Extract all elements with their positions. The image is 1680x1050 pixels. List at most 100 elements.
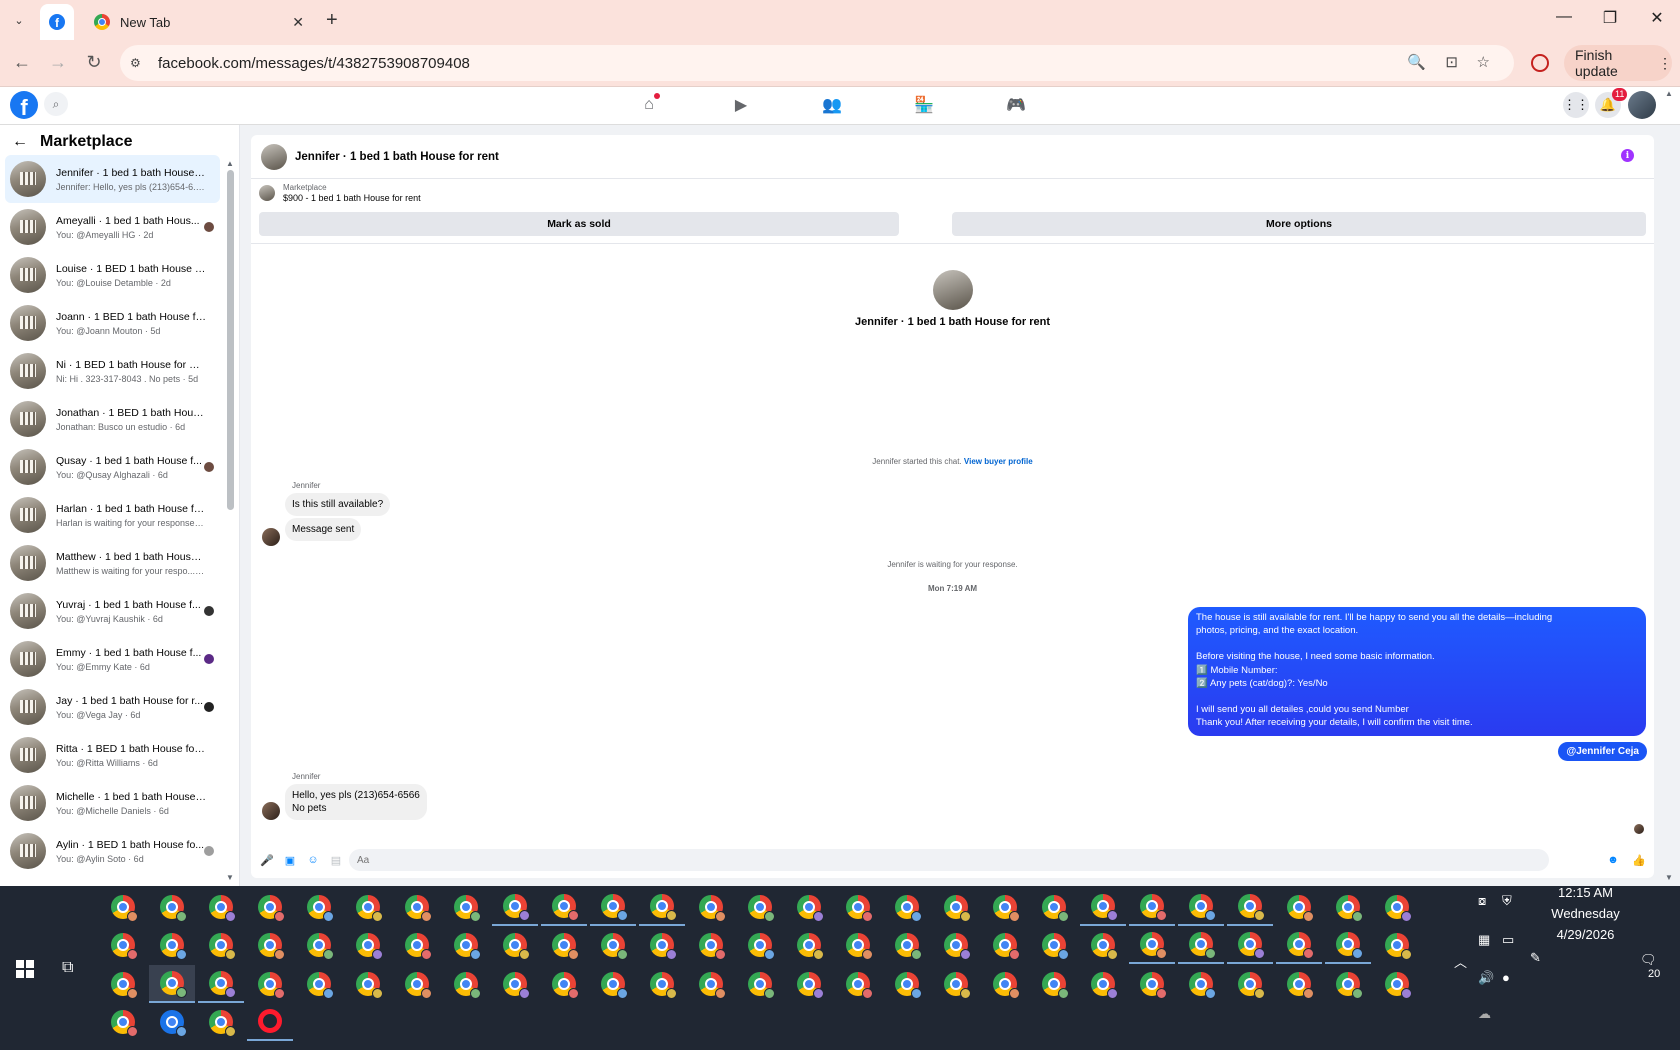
taskbar-app-button[interactable] (1227, 888, 1273, 926)
taskbar-app-button[interactable] (1178, 888, 1224, 926)
taskbar-app-button[interactable] (884, 926, 930, 964)
outgoing-mention-message[interactable]: @Jennifer Ceja (1558, 742, 1647, 761)
taskbar-app-button[interactable] (590, 926, 636, 964)
outgoing-message[interactable]: The house is still available for rent. I… (1188, 607, 1646, 736)
taskbar-app-button[interactable] (492, 926, 538, 964)
app-tray-icon[interactable]: ● (1502, 970, 1510, 985)
network-icon[interactable]: ▦ (1478, 932, 1490, 948)
mark-as-sold-button[interactable]: Mark as sold (259, 212, 899, 236)
back-icon[interactable]: ← (10, 52, 34, 73)
home-icon[interactable]: ⌂ (634, 93, 664, 117)
taskbar-app-button[interactable] (345, 965, 391, 1003)
taskbar-app-button[interactable] (1129, 965, 1175, 1003)
bookmark-star-icon[interactable]: ☆ (1477, 53, 1490, 71)
conversation-item[interactable]: Ritta · 1 BED 1 bath House for R... You: … (5, 731, 220, 779)
taskbar-app-button[interactable] (149, 926, 195, 964)
taskbar-app-button[interactable] (1080, 965, 1126, 1003)
taskbar-app-button[interactable] (737, 965, 783, 1003)
page-scroll-down-icon[interactable]: ▼ (1665, 873, 1673, 882)
conversation-item[interactable]: Ni · 1 BED 1 bath House for Rent Ni: Hi .… (5, 347, 220, 395)
taskbar-app-button[interactable] (688, 965, 734, 1003)
taskbar-app-button[interactable] (492, 965, 538, 1003)
zoom-icon[interactable]: 🔍 (1407, 53, 1426, 71)
taskbar-app-button[interactable] (737, 926, 783, 964)
notification-center-icon[interactable]: 🗨 (1640, 952, 1657, 968)
taskbar-app-button[interactable] (639, 965, 685, 1003)
clock[interactable]: 12:15 AM Wednesday 4/29/2026 (1538, 882, 1633, 945)
taskbar-app-button[interactable] (247, 926, 293, 964)
gaming-icon[interactable]: 🎮 (1001, 93, 1031, 117)
taskbar-app-button[interactable] (443, 926, 489, 964)
taskbar-app-button[interactable] (492, 888, 538, 926)
taskbar-app-button[interactable] (247, 1003, 293, 1041)
show-hidden-icons-chevron[interactable]: ︿ (1454, 952, 1467, 971)
restore-icon[interactable]: ❐ (1587, 8, 1633, 28)
conversation-item[interactable]: Joann · 1 BED 1 bath House for ... You: @… (5, 299, 220, 347)
microphone-icon[interactable]: 🎤 (260, 853, 274, 867)
taskbar-app-button[interactable] (247, 965, 293, 1003)
taskbar-app-button[interactable] (1374, 888, 1420, 926)
incoming-message[interactable]: Is this still available? (285, 493, 391, 516)
taskbar-app-button[interactable] (100, 965, 146, 1003)
conversation-item[interactable]: Matthew · 1 bed 1 bath House f... Matthew… (5, 539, 220, 587)
conversation-item[interactable]: Aylin · 1 BED 1 bath House fo... You: @Ay… (5, 827, 220, 875)
taskbar-app-button[interactable] (688, 926, 734, 964)
conversation-item[interactable]: Jennifer · 1 bed 1 bath House fo... Jenni… (5, 155, 220, 203)
address-bar[interactable]: ⚙ facebook.com/messages/t/43827539087094… (120, 45, 1514, 81)
sidebar-scrollbar[interactable] (227, 170, 234, 510)
taskbar-app-button[interactable] (835, 965, 881, 1003)
taskbar-app-button[interactable] (541, 926, 587, 964)
taskbar-app-button[interactable] (345, 926, 391, 964)
taskbar-app-button[interactable] (982, 888, 1028, 926)
friends-icon[interactable]: 👥 (817, 93, 847, 117)
taskbar-app-button[interactable] (1325, 965, 1371, 1003)
facebook-logo-icon[interactable]: f (10, 91, 38, 119)
taskbar-app-button[interactable] (1178, 965, 1224, 1003)
taskbar-app-button[interactable] (639, 888, 685, 926)
taskbar-app-button[interactable] (100, 888, 146, 926)
taskbar-app-button[interactable] (590, 888, 636, 926)
taskbar-app-button[interactable] (1374, 926, 1420, 964)
incoming-message[interactable]: Hello, yes pls (213)654-6566 No pets (285, 784, 427, 820)
taskbar-app-button[interactable] (1080, 926, 1126, 964)
taskbar-app-button[interactable] (1031, 965, 1077, 1003)
minimize-icon[interactable]: — (1541, 8, 1587, 26)
taskbar-app-button[interactable] (345, 888, 391, 926)
back-arrow-icon[interactable]: ← (12, 133, 28, 151)
taskbar-app-button[interactable] (541, 965, 587, 1003)
profile-icon[interactable] (1531, 54, 1549, 72)
conversation-item[interactable]: Michelle · 1 bed 1 bath House f... You: @… (5, 779, 220, 827)
gif-icon[interactable]: ▤ (329, 853, 343, 867)
chat-avatar[interactable] (261, 143, 287, 170)
taskbar-app-button[interactable] (639, 926, 685, 964)
finish-update-button[interactable]: Finish update ⋮ (1564, 45, 1672, 81)
close-tab-icon[interactable]: ✕ (292, 14, 304, 31)
windows-start-icon[interactable] (16, 960, 34, 978)
taskbar-app-button[interactable] (737, 888, 783, 926)
listing-banner[interactable]: Marketplace $900 - 1 bed 1 bath House fo… (259, 183, 421, 203)
taskbar-app-button[interactable] (590, 965, 636, 1003)
taskbar-app-button[interactable] (786, 888, 832, 926)
like-thumb-icon[interactable]: 👍 (1632, 853, 1646, 867)
taskbar-app-button[interactable] (786, 926, 832, 964)
taskbar-app-button[interactable] (296, 965, 342, 1003)
message-input[interactable] (349, 849, 1549, 871)
taskbar-app-button[interactable] (149, 965, 195, 1003)
camera-icon[interactable]: ⧇ (1478, 893, 1486, 909)
photo-icon[interactable]: ▣ (283, 853, 297, 867)
emoji-icon[interactable]: ☻ (1606, 853, 1620, 867)
taskbar-app-button[interactable] (933, 926, 979, 964)
taskbar-app-button[interactable] (1031, 888, 1077, 926)
security-shield-icon[interactable]: ⛨ (1502, 893, 1512, 909)
sticker-icon[interactable]: ☺ (306, 853, 320, 867)
conversation-item[interactable]: Jay · 1 bed 1 bath House for r... You: @V… (5, 683, 220, 731)
taskbar-app-button[interactable] (835, 888, 881, 926)
taskbar-app-button[interactable] (884, 965, 930, 1003)
conversation-item[interactable]: Emmy · 1 bed 1 bath House f... You: @Emmy… (5, 635, 220, 683)
taskbar-app-button[interactable] (1325, 888, 1371, 926)
taskbar-app-button[interactable] (100, 1003, 146, 1041)
tab-search-dropdown-icon[interactable]: ⌄ (8, 10, 30, 30)
new-tab-plus-icon[interactable]: + (326, 9, 338, 32)
taskbar-app-button[interactable] (1325, 926, 1371, 964)
taskbar-app-button[interactable] (443, 965, 489, 1003)
